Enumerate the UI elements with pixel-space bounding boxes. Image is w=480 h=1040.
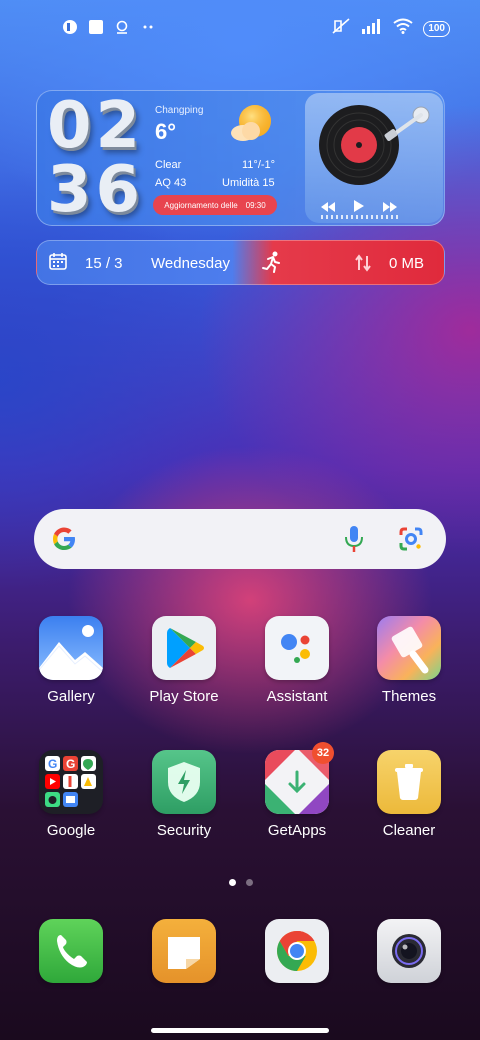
weekday-text: Wednesday <box>151 255 230 272</box>
app-gallery[interactable]: Gallery <box>26 616 116 705</box>
calendar-icon <box>49 252 67 275</box>
google-lens-icon[interactable] <box>398 526 424 557</box>
weather-range: 11°/-1° <box>242 159 276 171</box>
wifi-icon <box>393 18 413 39</box>
dock-chrome[interactable] <box>252 919 342 983</box>
page-dot-active <box>229 879 236 886</box>
google-folder-icon: G G <box>39 750 103 814</box>
data-transfer-icon <box>355 254 371 277</box>
play-store-icon <box>152 616 216 680</box>
status-bar: 100 <box>0 14 480 42</box>
dock-camera[interactable] <box>364 919 454 983</box>
voice-search-icon[interactable] <box>344 525 364 558</box>
svg-text:G: G <box>66 757 75 771</box>
weather-condition: Clear <box>155 159 182 171</box>
assistant-icon <box>265 616 329 680</box>
weather-humidity: Umidità 15 <box>222 177 275 189</box>
app-label: Assistant <box>266 688 328 705</box>
app-label: Play Store <box>149 688 219 705</box>
signal-icon <box>361 18 383 39</box>
app-notification-icon <box>62 19 78 35</box>
date-activity-widget[interactable]: 15 / 3 Wednesday 0 MB <box>36 240 445 285</box>
chrome-icon <box>265 919 329 983</box>
security-icon <box>152 750 216 814</box>
app-themes[interactable]: Themes <box>364 616 454 705</box>
app-security[interactable]: Security <box>139 750 229 839</box>
battery-indicator: 100 <box>423 20 450 37</box>
app-label: Gallery <box>47 688 95 705</box>
more-notifications-icon <box>140 19 156 35</box>
running-icon <box>262 251 282 278</box>
data-usage-text: 0 MB <box>389 255 425 272</box>
vinyl-record-icon <box>313 101 439 194</box>
google-logo-icon <box>50 525 78 558</box>
update-label: Aggiornamento delle <box>164 200 238 210</box>
camera-icon <box>377 919 441 983</box>
dock-messages[interactable] <box>139 919 229 983</box>
square-notification-icon <box>88 19 104 35</box>
home-gesture-bar[interactable] <box>151 1028 329 1033</box>
gallery-icon <box>39 616 103 680</box>
themes-icon <box>377 616 441 680</box>
clock-weather-widget[interactable]: 02 36 Changping 6° Clear 11°/-1° AQ 43 U… <box>36 90 445 226</box>
music-player[interactable] <box>305 93 443 223</box>
app-label: Cleaner <box>382 822 436 839</box>
google-search-bar[interactable] <box>34 509 446 569</box>
page-indicator[interactable] <box>229 879 253 886</box>
weather-update-button[interactable]: Aggiornamento delle 09:30 <box>153 195 277 215</box>
dock-phone[interactable] <box>26 919 116 983</box>
music-progress <box>321 215 401 219</box>
svg-text:G: G <box>48 757 57 771</box>
app-google-folder[interactable]: G G Google <box>26 750 116 839</box>
weather-temperature: 6° <box>155 119 177 144</box>
app-cleaner[interactable]: Cleaner <box>364 750 454 839</box>
page-dot <box>246 879 253 886</box>
app-label: Themes <box>381 688 437 705</box>
phone-icon <box>39 919 103 983</box>
mute-icon <box>331 17 351 40</box>
app-label: Google <box>46 822 96 839</box>
weather-city: Changping <box>155 105 204 116</box>
weather-air-quality: AQ 43 <box>155 177 187 189</box>
messages-icon <box>152 919 216 983</box>
update-time: 09:30 <box>245 200 266 210</box>
app-label: GetApps <box>267 822 327 839</box>
cleaner-icon <box>377 750 441 814</box>
app-assistant[interactable]: Assistant <box>252 616 342 705</box>
clock-hours: 02 <box>47 90 145 163</box>
sunny-cloud-icon <box>229 101 275 150</box>
app-label: Security <box>156 822 212 839</box>
app-getapps[interactable]: 32 GetApps <box>252 742 342 839</box>
date-text: 15 / 3 <box>85 255 123 272</box>
app-play-store[interactable]: Play Store <box>139 616 229 705</box>
location-icon <box>114 19 130 35</box>
clock-minutes: 36 <box>47 153 145 226</box>
notification-badge: 32 <box>312 742 334 764</box>
